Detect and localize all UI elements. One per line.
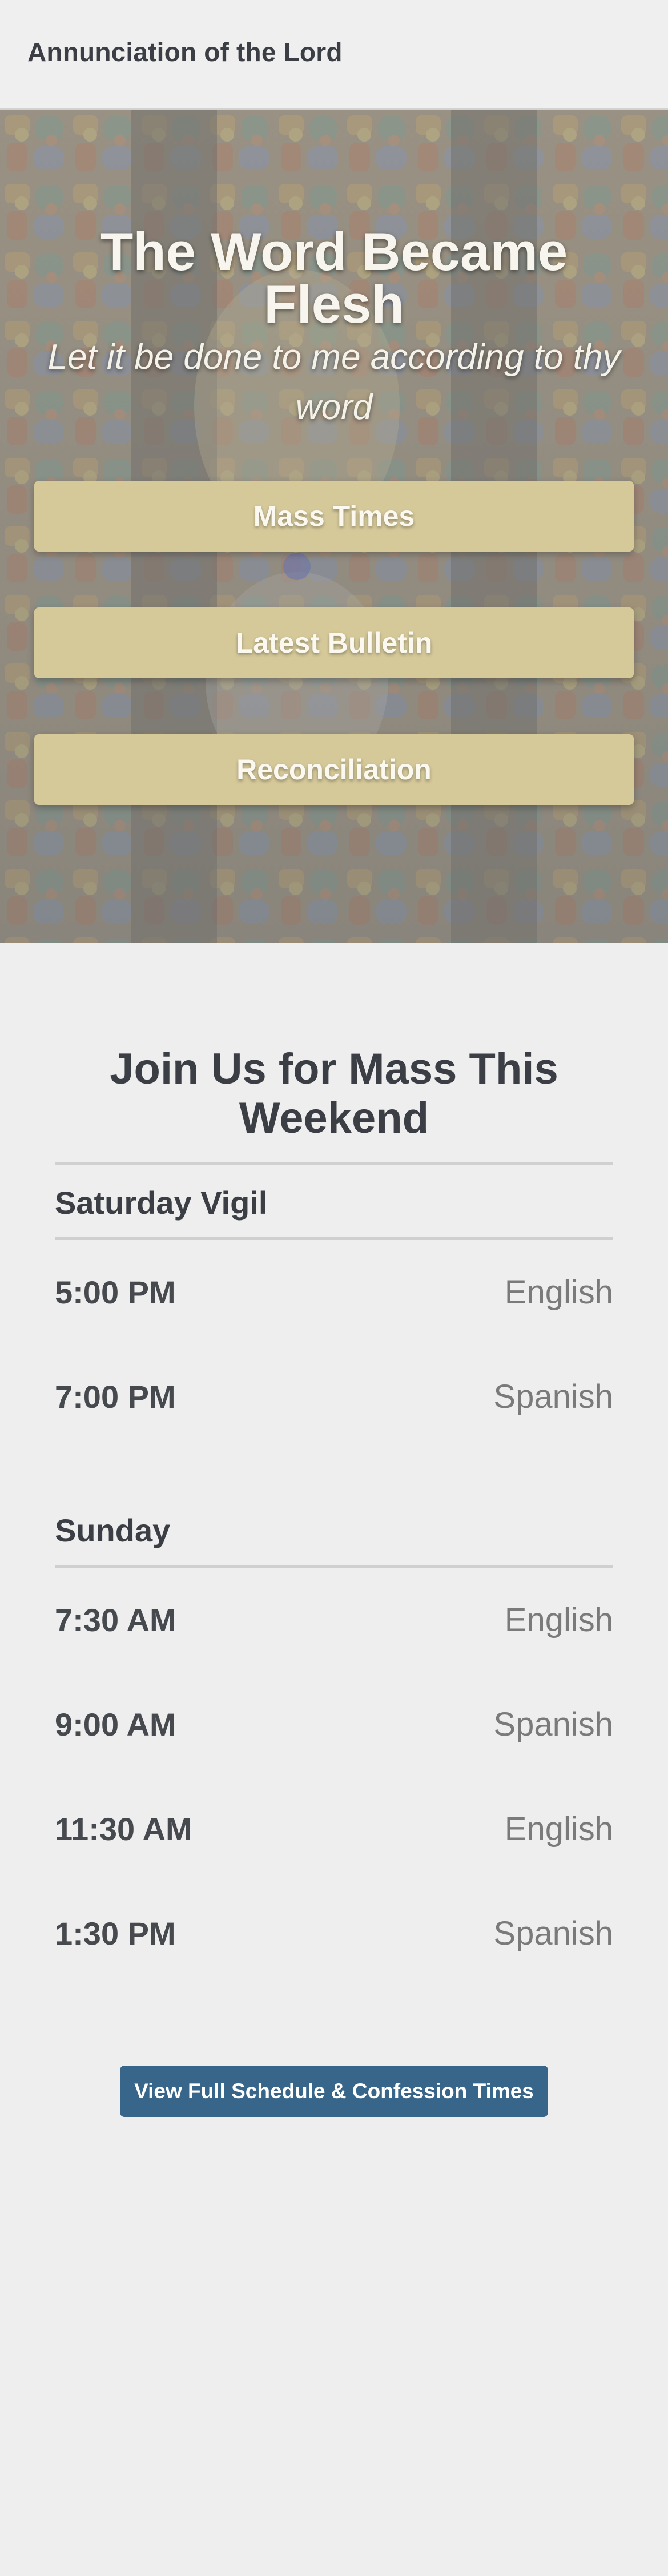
mass-row: 7:00 PM Spanish [55,1345,613,1449]
mass-language: Spanish [493,1915,613,1952]
site-title[interactable]: Annunciation of the Lord [27,37,343,67]
mass-language: English [504,1810,613,1848]
mass-language: Spanish [493,1706,613,1743]
hero-subtitle: Let it be done to me according to thy wo… [47,337,621,427]
hero-title: The Word Became Flesh [100,221,568,334]
mass-time: 7:00 PM [55,1379,176,1415]
mass-language: Spanish [493,1378,613,1415]
mass-row: 7:30 AM English [55,1568,613,1672]
view-full-schedule-button[interactable]: View Full Schedule & Confession Times [120,2066,548,2117]
mass-row: 5:00 PM English [55,1240,613,1345]
mass-time: 1:30 PM [55,1915,176,1951]
mass-heading: Join Us for Mass This Weekend [55,1045,613,1165]
sunday-group: Sunday 7:30 AM English 9:00 AM Spanish 1… [55,1512,613,1986]
mass-times-button[interactable]: Mass Times [34,481,634,552]
latest-bulletin-button[interactable]: Latest Bulletin [34,607,634,678]
mass-time: 5:00 PM [55,1274,176,1310]
mass-times-section: Join Us for Mass This Weekend Saturday V… [55,1045,613,1986]
group-title: Sunday [55,1512,613,1568]
mass-time: 7:30 AM [55,1602,176,1638]
saturday-vigil-group: Saturday Vigil 5:00 PM English 7:00 PM S… [55,1165,613,1449]
group-title: Saturday Vigil [55,1165,613,1240]
mass-row: 1:30 PM Spanish [55,1881,613,1986]
mass-time: 11:30 AM [55,1811,192,1847]
mass-row: 11:30 AM English [55,1777,613,1881]
hero-section: The Word Became Flesh Let it be done to … [0,110,668,943]
mass-language: English [504,1601,613,1639]
mass-time: 9:00 AM [55,1706,176,1742]
site-header: Annunciation of the Lord [0,0,668,110]
reconciliation-button[interactable]: Reconciliation [34,734,634,805]
mass-row: 9:00 AM Spanish [55,1672,613,1777]
mass-language: English [504,1274,613,1311]
